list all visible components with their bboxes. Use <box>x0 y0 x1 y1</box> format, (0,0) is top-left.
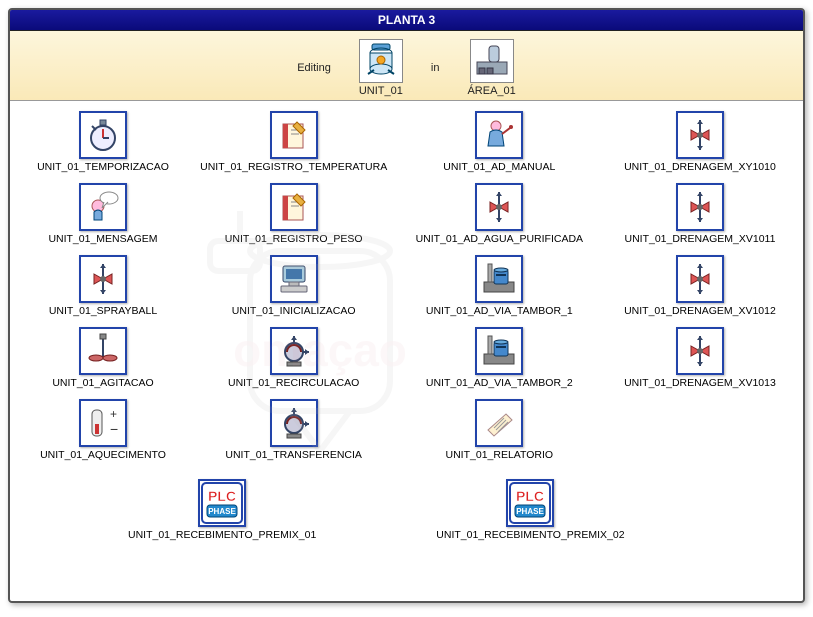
message-icon <box>79 183 127 231</box>
phase-unit_01_relatorio[interactable]: UNIT_01_RELATORIO <box>399 399 599 461</box>
plc-icon: PLC PHASE <box>506 479 554 527</box>
phase-unit_01_sprayball[interactable]: UNIT_01_SPRAYBALL <box>18 255 188 317</box>
computer-icon <box>270 255 318 303</box>
notebook-icon <box>270 183 318 231</box>
valve-icon <box>79 255 127 303</box>
phase-unit_01_drenagem_xv1013[interactable]: UNIT_01_DRENAGEM_XV1013 <box>605 327 795 389</box>
in-label: in <box>431 62 440 74</box>
phase-label: UNIT_01_INICIALIZACAO <box>232 305 356 317</box>
phase-label: UNIT_01_SPRAYBALL <box>49 305 157 317</box>
operator-icon <box>475 111 523 159</box>
phase-label: UNIT_01_RECEBIMENTO_PREMIX_01 <box>128 529 316 541</box>
editing-label: Editing <box>297 62 331 74</box>
phase-unit_01_registro_peso[interactable]: UNIT_01_REGISTRO_PESO <box>194 183 394 245</box>
phase-unit_01_registro_temperatura[interactable]: UNIT_01_REGISTRO_TEMPERATURA <box>194 111 394 173</box>
phase-label: UNIT_01_AGITACAO <box>52 377 153 389</box>
phase-label: UNIT_01_REGISTRO_PESO <box>225 233 363 245</box>
agitator-icon <box>79 327 127 375</box>
header-area[interactable]: ÁREA_01 <box>467 39 515 97</box>
phase-unit_01_drenagem_xv1011[interactable]: UNIT_01_DRENAGEM_XV1011 <box>605 183 795 245</box>
phase-label: UNIT_01_AD_AGUA_PURIFICADA <box>416 233 583 245</box>
phase-label: UNIT_01_RECIRCULACAO <box>228 377 359 389</box>
pump-icon <box>270 399 318 447</box>
phase-unit_01_temporizacao[interactable]: UNIT_01_TEMPORIZACAO <box>18 111 188 173</box>
phase-label: UNIT_01_AD_MANUAL <box>443 161 555 173</box>
svg-text:+: + <box>110 407 117 421</box>
valve-icon <box>676 183 724 231</box>
svg-text:PLC: PLC <box>516 488 544 504</box>
window-title: PLANTA 3 <box>10 10 803 31</box>
unit-label: UNIT_01 <box>359 85 403 97</box>
phase-label: UNIT_01_AD_VIA_TAMBOR_1 <box>426 305 573 317</box>
svg-text:PLC: PLC <box>208 488 236 504</box>
phase-label: UNIT_01_DRENAGEM_XV1011 <box>624 233 775 245</box>
heater-icon: +− <box>79 399 127 447</box>
phase-label: UNIT_01_RECEBIMENTO_PREMIX_02 <box>436 529 624 541</box>
svg-text:−: − <box>110 421 118 437</box>
pump-icon <box>270 327 318 375</box>
phase-grid: UNIT_01_TEMPORIZACAO UNIT_01_REGISTRO_TEM… <box>18 111 795 461</box>
header-unit[interactable]: UNIT_01 <box>359 39 403 97</box>
phase-label: UNIT_01_TEMPORIZACAO <box>37 161 169 173</box>
phase-label: UNIT_01_MENSAGEM <box>48 233 157 245</box>
phase-label: UNIT_01_REGISTRO_TEMPERATURA <box>200 161 387 173</box>
phase-unit_01_drenagem_xy1010[interactable]: UNIT_01_DRENAGEM_XY1010 <box>605 111 795 173</box>
area-label: ÁREA_01 <box>467 85 515 97</box>
valve-icon <box>475 183 523 231</box>
phase-label: UNIT_01_DRENAGEM_XV1013 <box>624 377 776 389</box>
phase-unit_01_recirculacao[interactable]: UNIT_01_RECIRCULACAO <box>194 327 394 389</box>
phase-label: UNIT_01_RELATORIO <box>446 449 554 461</box>
phase-unit_01_drenagem_xv1012[interactable]: UNIT_01_DRENAGEM_XV1012 <box>605 255 795 317</box>
content-area: omaçao UNIT_01_TEMPORIZACAOUNIT_01_REGIS… <box>10 101 803 601</box>
drum-icon <box>475 255 523 303</box>
phase-unit_01_ad_via_tambor_2[interactable]: UNIT_01_AD_VIA_TAMBOR_2 <box>399 327 599 389</box>
valve-icon <box>676 111 724 159</box>
drum-icon <box>475 327 523 375</box>
svg-text:PHASE: PHASE <box>208 507 236 516</box>
phase-unit_01_ad_via_tambor_1[interactable]: UNIT_01_AD_VIA_TAMBOR_1 <box>399 255 599 317</box>
phase-unit_01_recebimento_premix_01[interactable]: PLC PHASE UNIT_01_RECEBIMENTO_PREMIX_01 <box>128 479 316 541</box>
phase-unit_01_mensagem[interactable]: UNIT_01_MENSAGEM <box>18 183 188 245</box>
plant-window: PLANTA 3 Editing UNIT_01 in <box>8 8 805 603</box>
svg-text:PHASE: PHASE <box>517 507 545 516</box>
area-icon <box>470 39 514 83</box>
phase-label: UNIT_01_TRANSFERENCIA <box>225 449 362 461</box>
report-icon <box>475 399 523 447</box>
phase-label: UNIT_01_DRENAGEM_XY1010 <box>624 161 776 173</box>
notebook-icon <box>270 111 318 159</box>
phase-unit_01_recebimento_premix_02[interactable]: PLC PHASE UNIT_01_RECEBIMENTO_PREMIX_02 <box>436 479 624 541</box>
phase-unit_01_ad_agua_purificada[interactable]: UNIT_01_AD_AGUA_PURIFICADA <box>399 183 599 245</box>
header-band: Editing UNIT_01 in <box>10 31 803 101</box>
reactor-icon <box>359 39 403 83</box>
phase-label: UNIT_01_AD_VIA_TAMBOR_2 <box>426 377 573 389</box>
phase-label: UNIT_01_AQUECIMENTO <box>40 449 166 461</box>
phase-bottom-row: PLCPHASEUNIT_01_RECEBIMENTO_PREMIX_01PLC… <box>18 479 795 541</box>
phase-unit_01_aquecimento[interactable]: +− UNIT_01_AQUECIMENTO <box>18 399 188 461</box>
stopwatch-icon <box>79 111 127 159</box>
phase-unit_01_transferencia[interactable]: UNIT_01_TRANSFERENCIA <box>194 399 394 461</box>
phase-unit_01_agitacao[interactable]: UNIT_01_AGITACAO <box>18 327 188 389</box>
plc-icon: PLC PHASE <box>198 479 246 527</box>
phase-unit_01_inicializacao[interactable]: UNIT_01_INICIALIZACAO <box>194 255 394 317</box>
phase-unit_01_ad_manual[interactable]: UNIT_01_AD_MANUAL <box>399 111 599 173</box>
phase-label: UNIT_01_DRENAGEM_XV1012 <box>624 305 776 317</box>
valve-icon <box>676 327 724 375</box>
valve-icon <box>676 255 724 303</box>
